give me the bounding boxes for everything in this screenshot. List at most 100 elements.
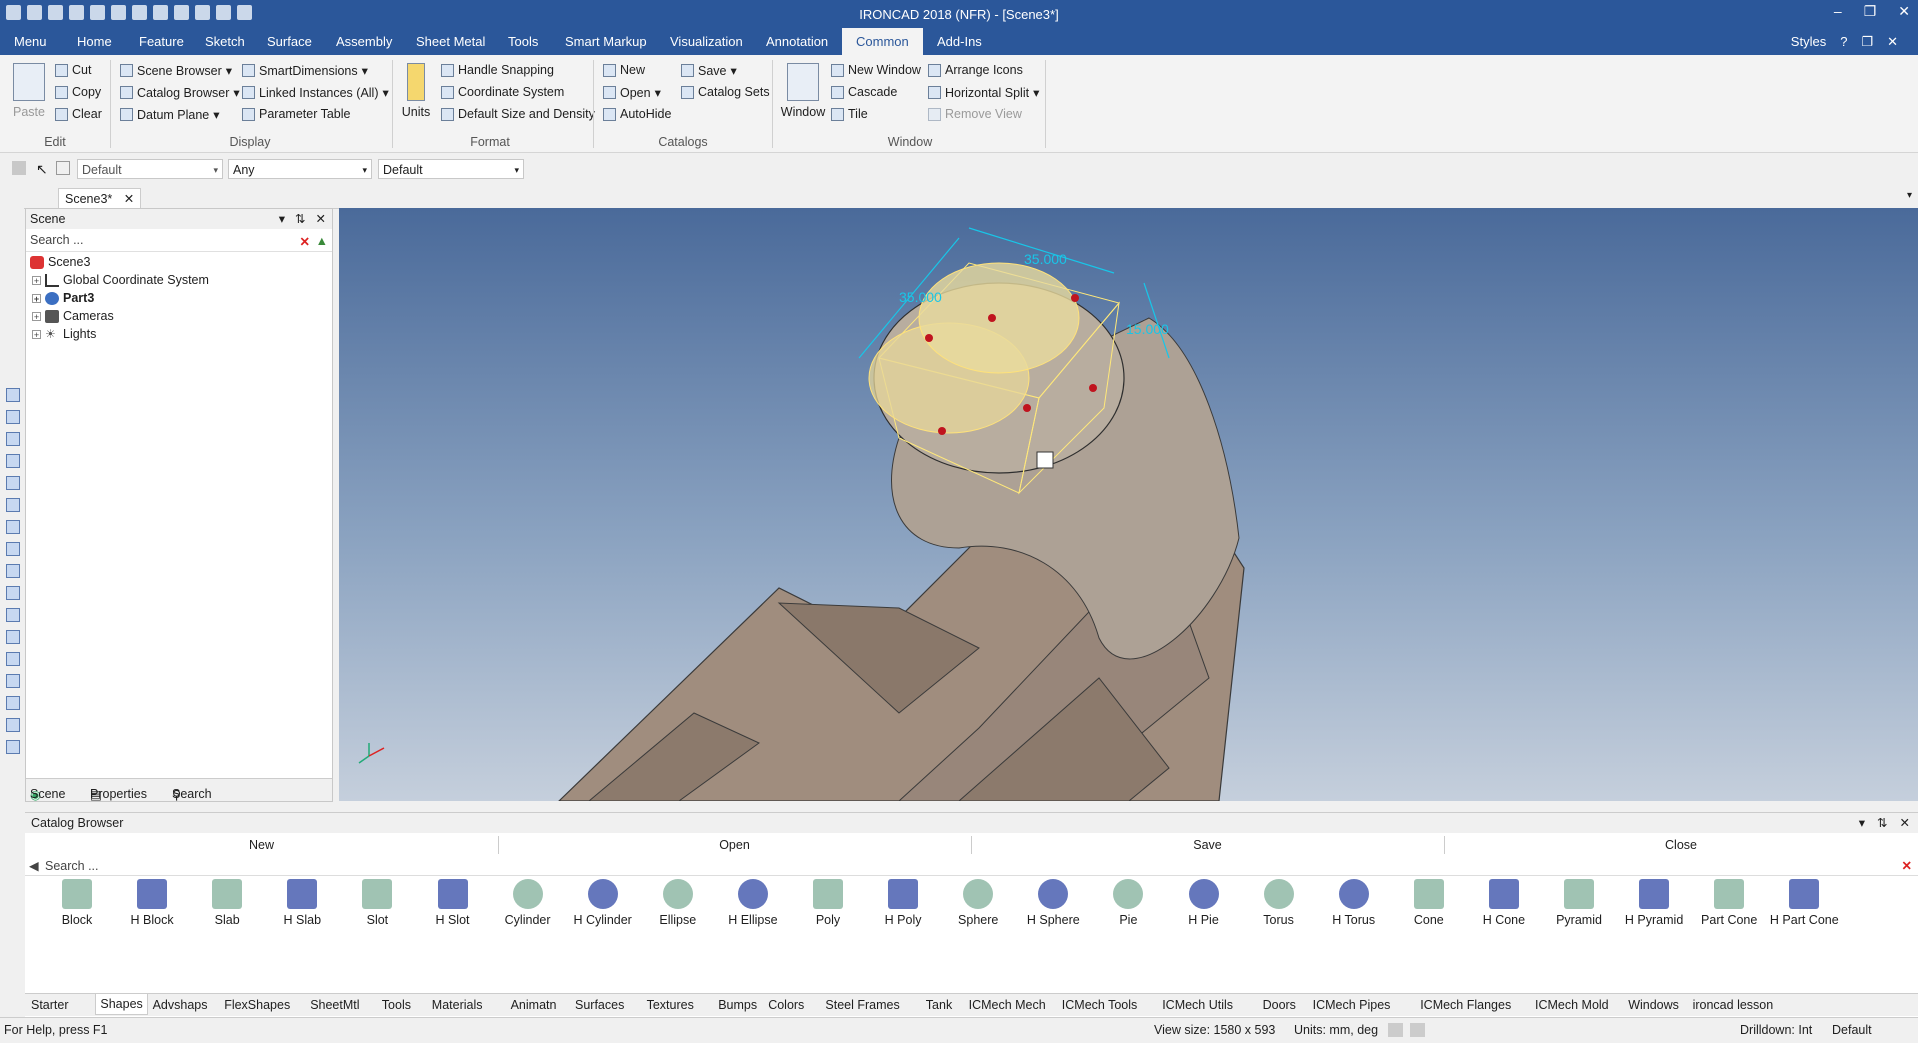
- catalog-tab[interactable]: SheetMtl: [310, 998, 359, 1012]
- catalog-tab[interactable]: ironcad lesson: [1693, 998, 1774, 1012]
- catalog-save-button[interactable]: Save ▾: [681, 63, 737, 78]
- tab-surface[interactable]: Surface: [267, 34, 312, 49]
- arrange-icons-button[interactable]: Arrange Icons: [928, 63, 1023, 77]
- pointer-icon[interactable]: ↖: [36, 161, 48, 178]
- handle-point[interactable]: [938, 427, 946, 435]
- catalog-item[interactable]: H Pyramid: [1619, 879, 1689, 927]
- status-style[interactable]: Default: [1832, 1023, 1872, 1037]
- panel-close-icon[interactable]: ✕: [316, 209, 326, 229]
- catalog-item[interactable]: H Pie: [1169, 879, 1239, 927]
- catalog-tab[interactable]: Materials: [432, 998, 483, 1012]
- catalog-item[interactable]: H Torus: [1319, 879, 1389, 927]
- catalog-tab[interactable]: Textures: [647, 998, 694, 1012]
- catalog-item[interactable]: Cone: [1394, 879, 1464, 927]
- handle-point[interactable]: [925, 334, 933, 342]
- cut-button[interactable]: Cut: [55, 63, 91, 77]
- catalog-item[interactable]: H Block: [117, 879, 187, 927]
- panel-menu-icon[interactable]: ▾: [1859, 813, 1865, 833]
- catalog-browser-button[interactable]: Catalog Browser ▾: [120, 85, 240, 100]
- zoom-fit-icon[interactable]: [1410, 1023, 1425, 1037]
- new-window-button[interactable]: New Window: [831, 63, 921, 77]
- catalog-tab[interactable]: ICMech Utils: [1162, 998, 1233, 1012]
- tool-7-icon[interactable]: [6, 520, 20, 534]
- catalog-tab[interactable]: Tank: [926, 998, 952, 1012]
- autohide-button[interactable]: AutoHide: [603, 107, 671, 121]
- catalog-item[interactable]: Pyramid: [1544, 879, 1614, 927]
- zoom-icon[interactable]: [1388, 1023, 1403, 1037]
- tool-12-icon[interactable]: [6, 630, 20, 644]
- tool-11-icon[interactable]: [6, 608, 20, 622]
- expand-icon[interactable]: +: [32, 275, 41, 285]
- catalog-item[interactable]: H Ellipse: [718, 879, 788, 927]
- catalog-tab[interactable]: Tools: [382, 998, 411, 1012]
- catalog-item[interactable]: H Cone: [1469, 879, 1539, 927]
- clear-button[interactable]: Clear: [55, 107, 102, 121]
- tab-visualization[interactable]: Visualization: [670, 34, 743, 49]
- tool-9-icon[interactable]: [6, 564, 20, 578]
- tab-assembly[interactable]: Assembly: [336, 34, 392, 49]
- help-icon[interactable]: ?: [1840, 34, 1847, 50]
- selection-combo-1[interactable]: Default ▾: [77, 159, 223, 179]
- handle-snapping-button[interactable]: Handle Snapping: [441, 63, 554, 77]
- catalog-item[interactable]: H Part Cone: [1769, 879, 1839, 927]
- catalog-item[interactable]: H Slot: [418, 879, 488, 927]
- tab-scene3[interactable]: Scene3* ✕: [58, 188, 142, 209]
- catalog-item[interactable]: Part Cone: [1694, 879, 1764, 927]
- tool-17-icon[interactable]: [6, 740, 20, 754]
- panel-close-icon[interactable]: ✕: [1900, 813, 1910, 833]
- expand-icon[interactable]: +: [32, 329, 41, 339]
- catalog-tab[interactable]: Surfaces: [575, 998, 624, 1012]
- catalog-tab[interactable]: ICMech Mold: [1535, 998, 1609, 1012]
- catalog-tab[interactable]: ICMech Tools: [1062, 998, 1138, 1012]
- default-size-button[interactable]: Default Size and Density: [441, 107, 595, 121]
- tab-list-icon[interactable]: ▾: [1907, 190, 1912, 201]
- status-drilldown[interactable]: Drilldown: Int: [1740, 1023, 1812, 1037]
- tab-annotation[interactable]: Annotation: [766, 34, 828, 49]
- styles-dropdown[interactable]: Styles: [1791, 34, 1826, 50]
- panel-menu-icon[interactable]: ▾: [279, 209, 285, 229]
- tree-item-scene3[interactable]: Scene3: [30, 255, 90, 269]
- clear-search-icon[interactable]: ✕: [300, 231, 310, 253]
- box-select-icon[interactable]: [56, 161, 70, 175]
- close-tab-icon[interactable]: ✕: [124, 192, 134, 206]
- tree-item-part3[interactable]: + Part3: [32, 291, 94, 305]
- catalog-tab[interactable]: Advshaps: [153, 998, 208, 1012]
- close-icon[interactable]: ✕: [1898, 3, 1910, 20]
- paste-button[interactable]: Paste: [10, 63, 48, 119]
- tool-4-icon[interactable]: [6, 454, 20, 468]
- catalog-tab[interactable]: Shapes: [95, 994, 148, 1015]
- window-button[interactable]: Window: [778, 63, 828, 119]
- handle-point[interactable]: [1023, 404, 1031, 412]
- catalog-close-tab-button[interactable]: Close: [1444, 836, 1918, 854]
- expand-icon[interactable]: +: [32, 293, 41, 303]
- horizontal-split-button[interactable]: Horizontal Split ▾: [928, 85, 1039, 100]
- catalog-item[interactable]: Pie: [1093, 879, 1163, 927]
- parameter-table-button[interactable]: Parameter Table: [242, 107, 351, 121]
- tree-item-lights[interactable]: + ☀ Lights: [32, 327, 96, 341]
- catalog-tab[interactable]: Starter: [31, 998, 69, 1012]
- coordinate-system-button[interactable]: Coordinate System: [441, 85, 564, 99]
- anchor-handle-icon[interactable]: [1036, 451, 1054, 469]
- catalog-item[interactable]: Sphere: [943, 879, 1013, 927]
- minimize-icon[interactable]: –: [1834, 3, 1842, 20]
- tool-1-icon[interactable]: [6, 388, 20, 402]
- catalog-tab[interactable]: Steel Frames: [825, 998, 899, 1012]
- dim-top-label[interactable]: 35.000: [1024, 251, 1067, 267]
- tab-sheet-metal[interactable]: Sheet Metal: [416, 34, 485, 49]
- catalog-search-input[interactable]: Search ... ◀ ✕: [25, 856, 1918, 876]
- tool-3-icon[interactable]: [6, 432, 20, 446]
- scene-browser-button[interactable]: Scene Browser ▾: [120, 63, 232, 78]
- clear-search-icon[interactable]: ✕: [1902, 856, 1912, 876]
- selection-combo-3[interactable]: Default ▾: [378, 159, 524, 179]
- catalog-item[interactable]: Slot: [342, 879, 412, 927]
- tool-13-icon[interactable]: [6, 652, 20, 666]
- catalog-tab[interactable]: ICMech Mech: [969, 998, 1046, 1012]
- catalog-item[interactable]: Block: [42, 879, 112, 927]
- catalog-item[interactable]: H Slab: [267, 879, 337, 927]
- tree-item-global-coordinate-system[interactable]: + Global Coordinate System: [32, 273, 209, 287]
- tree-item-cameras[interactable]: + Cameras: [32, 309, 114, 323]
- linked-instances-button[interactable]: Linked Instances (All) ▾: [242, 85, 389, 100]
- catalog-tab[interactable]: FlexShapes: [224, 998, 290, 1012]
- catalog-tab[interactable]: Windows: [1628, 998, 1679, 1012]
- 3d-viewport[interactable]: 35.000 35.000 15.000: [339, 208, 1918, 801]
